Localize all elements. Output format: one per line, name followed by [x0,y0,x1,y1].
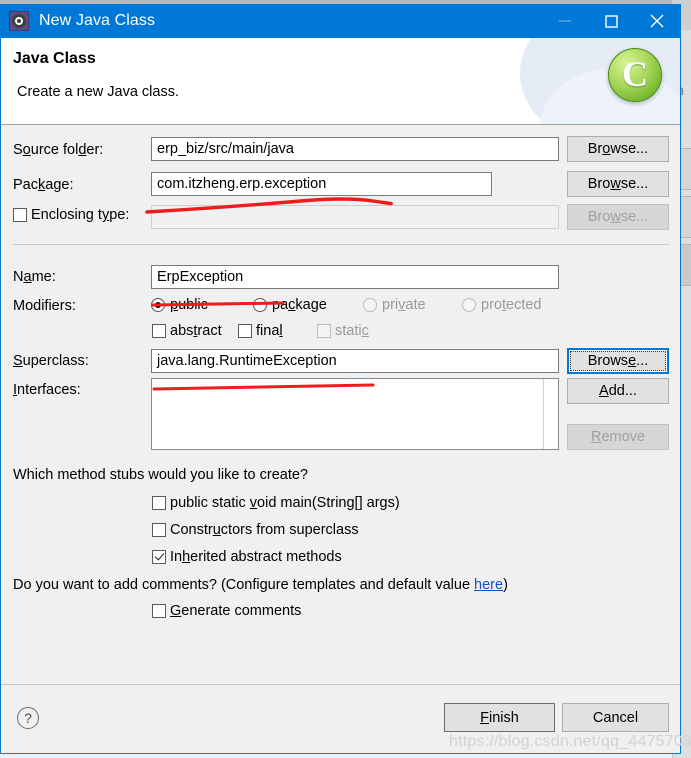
interfaces-label: Interfaces: [13,382,81,398]
modifier-checkbox-abstract[interactable]: abstract [152,323,222,339]
cancel-button-label: Cancel [592,709,639,726]
stub-checkbox-inherited-abstract-methods[interactable]: Inherited abstract methods [152,549,342,565]
interfaces-list[interactable] [151,378,559,450]
modifiers-label: Modifiers: [13,298,76,314]
checkbox-mark [152,604,166,618]
new-java-class-dialog: New Java Class Java Class Create a new J… [0,4,691,754]
dialog-header: Java Class Create a new Java class. C [1,38,680,125]
modifier-checkbox-final[interactable]: final [238,323,283,339]
package-label: Package: [13,177,74,193]
package-input[interactable]: com.itzheng.erp.exception [151,172,492,196]
finish-button[interactable]: Finish [444,703,555,732]
source-folder-browse-button[interactable]: Br o wse... [567,136,669,162]
radio-mark [462,298,476,312]
checkbox-label: Generate comments [170,603,302,619]
enclosing-type-input [151,205,559,229]
minimize-icon[interactable] [542,4,588,38]
package-browse-button[interactable]: Bro w se... [567,171,669,197]
checkbox-label: Inherited abstract methods [170,549,342,565]
interfaces-remove-button: Remove [567,424,669,450]
window-controls [542,4,680,38]
java-class-wizard-icon [9,11,29,31]
class-name-input[interactable]: ErpException [151,265,559,289]
dialog-titlebar[interactable]: New Java Class [1,4,680,38]
focus-ring [570,351,666,371]
comments-question: Do you want to add comments? (Configure … [13,577,508,593]
radio-label: protected [481,297,542,313]
enclosing-type-label: Enclosing type: [31,207,130,223]
radio-mark [363,298,377,312]
modifier-radio-private: private [363,297,426,313]
checkbox-mark [152,523,166,537]
dialog-title: New Java Class [39,12,156,29]
checkbox-mark [152,496,166,510]
java-class-badge-icon: C [608,48,662,102]
checkbox-mark [152,324,166,338]
modifier-radio-package[interactable]: package [253,297,327,313]
maximize-icon[interactable] [588,4,634,38]
source-folder-input[interactable]: erp_biz/src/main/java [151,137,559,161]
stub-checkbox-constructors-from-superclass[interactable]: Constructors from superclass [152,522,359,538]
generate-comments-checkbox[interactable]: Generate comments [152,603,301,619]
interfaces-add-button[interactable]: Add... [567,378,669,404]
radio-label: package [272,297,327,313]
checkbox-label: final [256,323,283,339]
modifier-checkbox-static: static [317,323,369,339]
source-folder-label: Source folder: [13,142,104,158]
help-icon[interactable]: ? [17,707,39,729]
stub-checkbox-main-method[interactable]: public static void main(String[] args) [152,495,400,511]
section-divider [13,244,669,245]
checkbox-mark [317,324,331,338]
superclass-browse-button[interactable]: Brows e... [567,348,669,374]
radio-label: private [382,297,426,313]
page-subtitle: Create a new Java class. [17,84,179,100]
cancel-button[interactable]: Cancel [562,703,669,732]
radio-label: public [170,297,208,313]
enclosing-type-checkbox[interactable]: Enclosing type: [13,207,129,223]
superclass-input[interactable]: java.lang.RuntimeException [151,349,559,373]
radio-mark [151,298,165,312]
checkbox-mark [13,208,27,222]
modifier-radio-protected: protected [462,297,541,313]
checkbox-label: abstract [170,323,222,339]
dialog-body: Source folder: erp_biz/src/main/java Br o… [1,125,680,684]
watermark: https://blog.csdn.net/qq_44757034 [449,733,691,750]
superclass-label: Superclass: [13,353,89,369]
checkbox-label: Constructors from superclass [170,522,359,538]
comments-question-prefix: Do you want to add comments? (Configure … [13,577,475,593]
badge-letter: C [622,53,648,94]
method-stubs-question: Which method stubs would you like to cre… [13,467,308,483]
radio-mark [253,298,267,312]
interfaces-scrollbar[interactable] [543,379,558,449]
comments-question-suffix: ) [503,577,508,593]
checkbox-label: public static void main(String[] args) [170,495,400,511]
configure-templates-link[interactable]: here [474,577,503,593]
checkbox-mark [152,550,166,564]
name-label: Name: [13,269,56,285]
page-title: Java Class [13,50,96,67]
checkbox-label: static [335,323,369,339]
checkbox-mark [238,324,252,338]
modifier-radio-public[interactable]: public [151,297,208,313]
enclosing-type-browse-button: Bro w se... [567,204,669,230]
close-icon[interactable] [634,4,680,38]
